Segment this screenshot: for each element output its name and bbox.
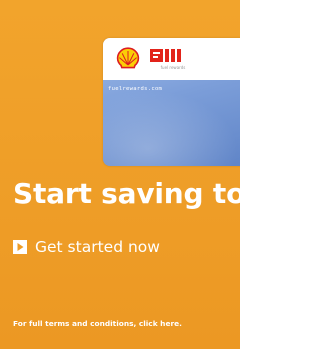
shell-logo bbox=[116, 47, 140, 69]
banner-ad[interactable]: fuel rewards fuelrewards.com Start savin… bbox=[0, 0, 240, 349]
rewards-card-image: fuel rewards fuelrewards.com bbox=[103, 38, 240, 166]
card-sheen bbox=[103, 80, 240, 166]
terms-link[interactable]: For full terms and conditions, click her… bbox=[13, 319, 182, 329]
card-url-text: fuelrewards.com bbox=[108, 86, 163, 92]
get-started-link[interactable]: Get started now bbox=[13, 237, 160, 257]
partner-logo: fuel rewards bbox=[148, 46, 198, 72]
partner-logo-text: fuel rewards bbox=[160, 65, 186, 70]
headline: Start saving to bbox=[13, 177, 240, 210]
cta-label: Get started now bbox=[35, 238, 160, 256]
play-arrow-icon bbox=[13, 240, 27, 254]
partner-logo-mark bbox=[150, 49, 181, 62]
